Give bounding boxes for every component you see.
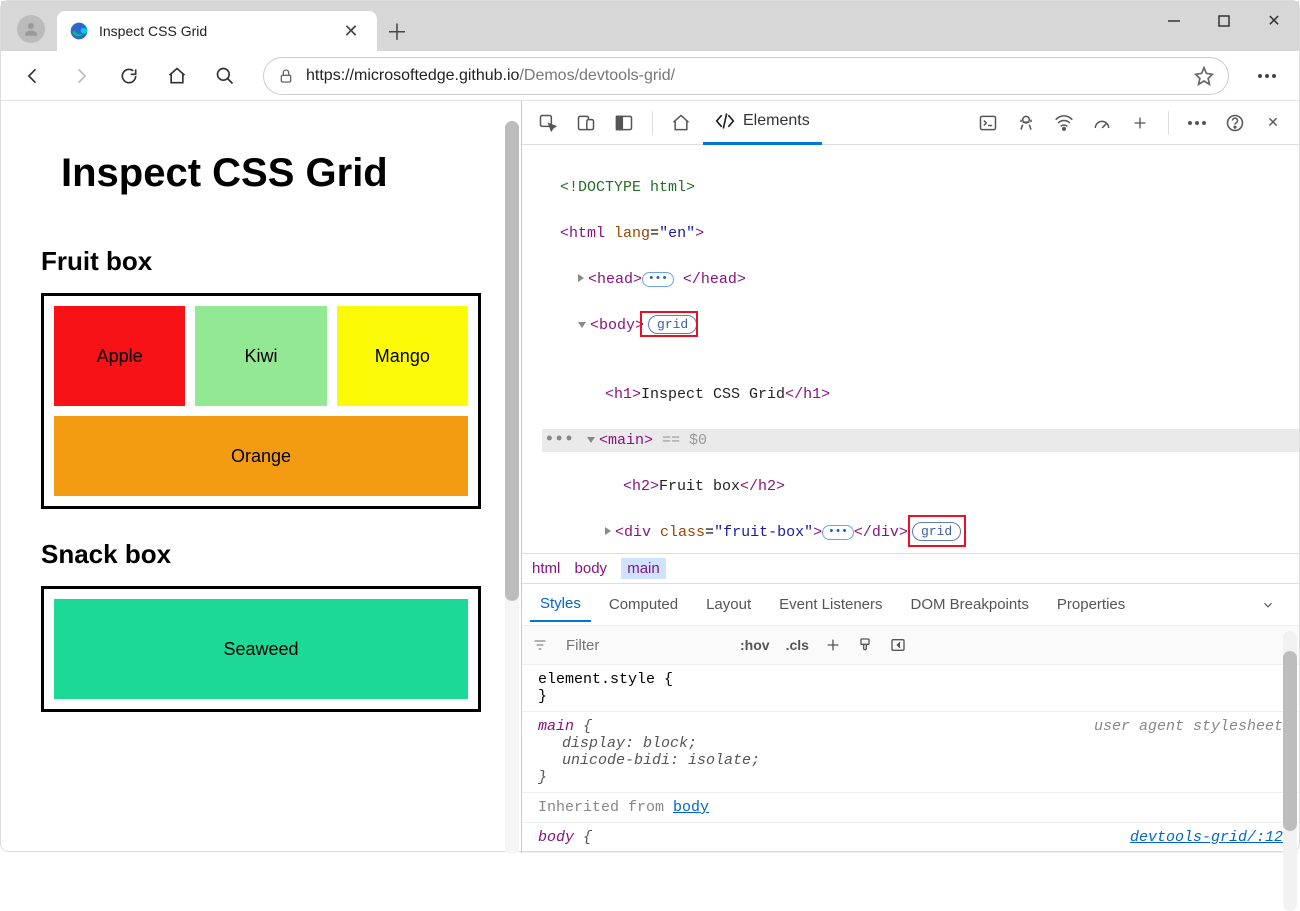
performance-icon[interactable] xyxy=(1086,107,1118,139)
styles-toolbar: :hov .cls xyxy=(522,625,1299,665)
paintbrush-icon[interactable] xyxy=(857,637,873,653)
tab-strip: Inspect CSS Grid ✕ ＋ ✕ xyxy=(1,1,1299,51)
tab-layout[interactable]: Layout xyxy=(696,588,761,621)
forward-button[interactable] xyxy=(61,56,101,96)
workspace: Inspect CSS Grid Fruit box Apple Kiwi Ma… xyxy=(1,101,1299,853)
edge-icon xyxy=(69,21,89,41)
dom-tree[interactable]: <!DOCTYPE html> <html lang="en"> <head>•… xyxy=(522,145,1299,553)
more-tabs-icon[interactable] xyxy=(1124,107,1156,139)
help-icon[interactable] xyxy=(1219,107,1251,139)
browser-tab[interactable]: Inspect CSS Grid ✕ xyxy=(57,11,377,51)
device-toggle-icon[interactable] xyxy=(570,107,602,139)
ellipsis-badge[interactable]: ••• xyxy=(642,272,674,287)
devtools-scrollbar[interactable] xyxy=(1283,631,1297,911)
fruit-orange: Orange xyxy=(54,416,468,496)
breadcrumb-html[interactable]: html xyxy=(532,560,560,577)
network-icon[interactable] xyxy=(1048,107,1080,139)
snack-seaweed: Seaweed xyxy=(54,599,468,699)
cls-toggle[interactable]: .cls xyxy=(786,637,809,653)
page-scrollbar-thumb[interactable] xyxy=(505,121,519,601)
tab-styles[interactable]: Styles xyxy=(530,587,591,622)
devtools-menu-icon[interactable] xyxy=(1181,107,1213,139)
sources-icon[interactable] xyxy=(1010,107,1042,139)
styles-tab-bar: Styles Computed Layout Event Listeners D… xyxy=(522,583,1299,625)
dock-icon[interactable] xyxy=(608,107,640,139)
source-link[interactable]: devtools-grid/:12 xyxy=(1130,829,1283,846)
inspect-icon[interactable] xyxy=(532,107,564,139)
new-tab-button[interactable]: ＋ xyxy=(377,11,417,51)
inherited-from: Inherited from body xyxy=(522,793,1299,823)
grid-badge-fruit[interactable]: grid xyxy=(912,522,961,541)
page-title: Inspect CSS Grid xyxy=(61,151,481,196)
main-rule[interactable]: user agent stylesheet main { display: bl… xyxy=(522,712,1299,793)
breadcrumb-body[interactable]: body xyxy=(575,560,608,577)
tab-close-button[interactable]: ✕ xyxy=(337,17,365,45)
url-text: https://microsoftedge.github.io/Demos/de… xyxy=(306,67,675,85)
page-scrollbar[interactable] xyxy=(505,121,519,853)
tab-computed[interactable]: Computed xyxy=(599,588,688,621)
filter-input[interactable] xyxy=(564,636,724,655)
new-rule-icon[interactable] xyxy=(825,637,841,653)
favorite-icon[interactable] xyxy=(1194,66,1214,86)
tab-dom-breakpoints[interactable]: DOM Breakpoints xyxy=(901,588,1039,621)
snack-box-grid: Seaweed xyxy=(41,586,481,712)
fruit-apple: Apple xyxy=(54,306,185,406)
welcome-tab-icon[interactable] xyxy=(665,107,697,139)
expand-panel-icon[interactable] xyxy=(1261,598,1291,612)
minimize-button[interactable] xyxy=(1149,1,1199,41)
ua-stylesheet-label: user agent stylesheet xyxy=(1094,718,1283,735)
console-icon[interactable] xyxy=(972,107,1004,139)
devtools-scrollbar-thumb[interactable] xyxy=(1283,651,1297,831)
fruit-box-grid: Apple Kiwi Mango Orange xyxy=(41,293,481,509)
tab-properties[interactable]: Properties xyxy=(1047,588,1135,621)
home-button[interactable] xyxy=(157,56,197,96)
elements-tab-label: Elements xyxy=(743,112,810,130)
inherited-link[interactable]: body xyxy=(673,799,709,816)
back-button[interactable] xyxy=(13,56,53,96)
body-rule[interactable]: devtools-grid/:12 body { xyxy=(522,823,1299,853)
filter-icon xyxy=(532,637,548,653)
tab-title: Inspect CSS Grid xyxy=(99,23,207,39)
profile-icon[interactable] xyxy=(17,15,45,43)
styles-body[interactable]: element.style { } user agent stylesheet … xyxy=(522,665,1299,853)
hov-toggle[interactable]: :hov xyxy=(740,637,770,653)
fruit-box-title: Fruit box xyxy=(41,246,481,277)
devtools-toolbar: Elements ✕ xyxy=(522,101,1299,145)
tab-event-listeners[interactable]: Event Listeners xyxy=(769,588,892,621)
fruit-kiwi: Kiwi xyxy=(195,306,326,406)
elements-tab[interactable]: Elements xyxy=(703,101,822,145)
page-content: Inspect CSS Grid Fruit box Apple Kiwi Ma… xyxy=(1,101,521,853)
window-close-button[interactable]: ✕ xyxy=(1249,1,1299,41)
devtools-pane: Elements ✕ <!DOCTYPE html> <html lang="e… xyxy=(521,101,1299,853)
ellipsis-badge[interactable]: ••• xyxy=(822,525,854,540)
fruit-mango: Mango xyxy=(337,306,468,406)
computed-panel-icon[interactable] xyxy=(889,637,907,653)
element-style-rule[interactable]: element.style { } xyxy=(522,665,1299,712)
lock-icon xyxy=(278,68,294,84)
refresh-button[interactable] xyxy=(109,56,149,96)
settings-menu-button[interactable] xyxy=(1247,56,1287,96)
browser-toolbar: https://microsoftedge.github.io/Demos/de… xyxy=(1,51,1299,101)
grid-badge-body[interactable]: grid xyxy=(648,315,697,334)
breadcrumb: html body main xyxy=(522,553,1299,583)
devtools-close-icon[interactable]: ✕ xyxy=(1257,107,1289,139)
address-bar[interactable]: https://microsoftedge.github.io/Demos/de… xyxy=(263,57,1229,95)
snack-box-title: Snack box xyxy=(41,539,481,570)
maximize-button[interactable] xyxy=(1199,1,1249,41)
search-button[interactable] xyxy=(205,56,245,96)
breadcrumb-main[interactable]: main xyxy=(621,558,666,579)
